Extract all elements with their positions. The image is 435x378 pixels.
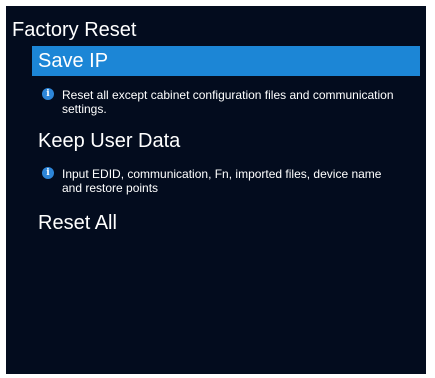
menu-item-label: Keep User Data <box>38 130 181 152</box>
menu-item-label: Save IP <box>38 50 109 72</box>
info-text: Input EDID, communication, Fn, imported … <box>62 167 382 195</box>
info-text: Reset all except cabinet configuration f… <box>62 88 394 116</box>
info-icon: i <box>42 88 54 100</box>
info-icon: i <box>42 167 54 179</box>
keep-user-data-info: i Input EDID, communication, Fn, importe… <box>42 167 412 197</box>
menu-item-reset-all[interactable]: Reset All <box>32 208 420 238</box>
menu-item-save-ip[interactable]: Save IP <box>32 46 420 76</box>
menu-item-keep-user-data[interactable]: Keep User Data <box>32 126 420 156</box>
menu-item-label: Reset All <box>38 212 117 234</box>
save-ip-info: i Reset all except cabinet configuration… <box>42 88 412 118</box>
page-title: Factory Reset <box>12 19 137 41</box>
factory-reset-screen: Factory Reset Save IP i Reset all except… <box>6 6 426 374</box>
